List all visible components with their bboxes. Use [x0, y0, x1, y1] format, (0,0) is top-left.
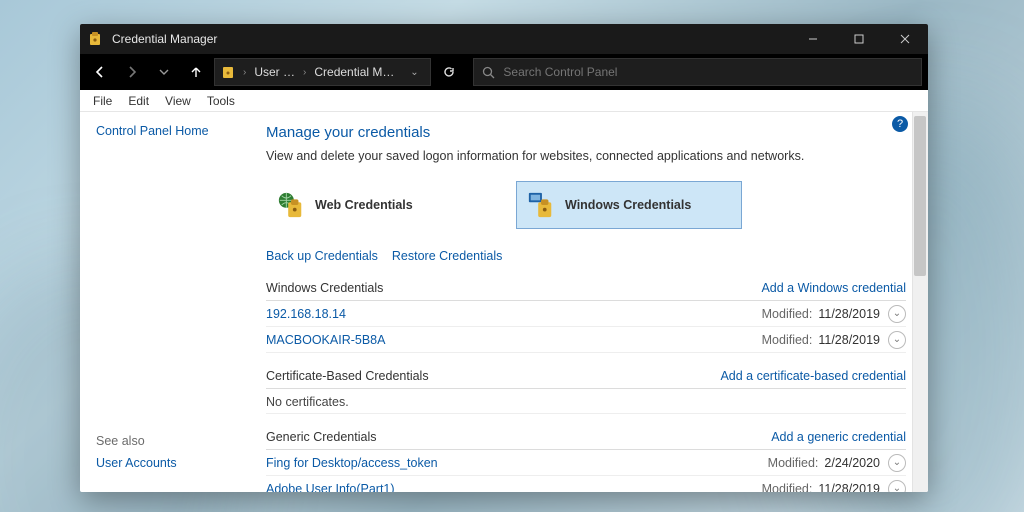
section-title: Windows Credentials: [266, 281, 383, 295]
modified-label: Modified:: [762, 333, 813, 347]
credential-tabs: Web Credentials Windows Credentials: [266, 181, 906, 229]
page-title: Manage your credentials: [266, 124, 906, 141]
credential-name: Fing for Desktop/access_token: [266, 456, 768, 470]
section-generic-credentials: Generic Credentials Add a generic creden…: [266, 426, 906, 492]
control-panel-home-link[interactable]: Control Panel Home: [96, 124, 250, 138]
navbar: › User … › Credential M… ⌄: [80, 54, 928, 90]
modified-label: Modified:: [762, 307, 813, 321]
see-also-label: See also: [96, 434, 250, 448]
maximize-button[interactable]: [836, 24, 882, 54]
breadcrumb-seg-2[interactable]: Credential M…: [310, 65, 398, 79]
backup-restore-actions: Back up Credentials Restore Credentials: [266, 249, 906, 263]
scrollbar[interactable]: [912, 112, 928, 492]
restore-credentials-link[interactable]: Restore Credentials: [392, 249, 502, 263]
page-description: View and delete your saved logon informa…: [266, 149, 906, 163]
menu-file[interactable]: File: [86, 92, 119, 110]
close-button[interactable]: [882, 24, 928, 54]
window-title: Credential Manager: [112, 32, 790, 46]
titlebar: Credential Manager: [80, 24, 928, 54]
modified-date: 2/24/2020: [824, 456, 880, 470]
app-icon: [88, 31, 104, 47]
chevron-right-icon: ›: [301, 67, 308, 78]
expand-button[interactable]: ⌄: [888, 331, 906, 349]
search-icon: [482, 66, 495, 79]
backup-credentials-link[interactable]: Back up Credentials: [266, 249, 378, 263]
section-title: Generic Credentials: [266, 430, 376, 444]
credential-row[interactable]: Fing for Desktop/access_token Modified: …: [266, 450, 906, 476]
search-input[interactable]: [503, 65, 913, 79]
credential-name: MACBOOKAIR-5B8A: [266, 333, 762, 347]
forward-button[interactable]: [118, 58, 146, 86]
menu-view[interactable]: View: [158, 92, 198, 110]
modified-date: 11/28/2019: [818, 333, 880, 347]
scrollbar-thumb[interactable]: [914, 116, 926, 276]
recent-dropdown[interactable]: [150, 58, 178, 86]
breadcrumb[interactable]: › User … › Credential M… ⌄: [214, 58, 431, 86]
modified-label: Modified:: [768, 456, 819, 470]
chevron-right-icon: ›: [241, 67, 248, 78]
search-box[interactable]: [473, 58, 922, 86]
expand-button[interactable]: ⌄: [888, 480, 906, 493]
tab-windows-credentials[interactable]: Windows Credentials: [516, 181, 742, 229]
window: Credential Manager › User … › Credential…: [80, 24, 928, 492]
menubar: File Edit View Tools: [80, 90, 928, 112]
windows-credentials-icon: [527, 191, 555, 219]
credential-row[interactable]: 192.168.18.14 Modified: 11/28/2019 ⌄: [266, 301, 906, 327]
section-windows-credentials: Windows Credentials Add a Windows creden…: [266, 277, 906, 353]
add-windows-credential-link[interactable]: Add a Windows credential: [761, 281, 906, 295]
breadcrumb-seg-1[interactable]: User …: [250, 65, 299, 79]
credential-row[interactable]: Adobe User Info(Part1) Modified: 11/28/2…: [266, 476, 906, 492]
breadcrumb-dropdown[interactable]: ⌄: [404, 67, 424, 78]
breadcrumb-icon: [221, 64, 237, 80]
modified-date: 11/28/2019: [818, 307, 880, 321]
tab-windows-label: Windows Credentials: [565, 198, 691, 212]
body: Control Panel Home See also User Account…: [80, 112, 928, 492]
credential-name: Adobe User Info(Part1): [266, 482, 762, 493]
tab-web-label: Web Credentials: [315, 198, 413, 212]
minimize-button[interactable]: [790, 24, 836, 54]
user-accounts-link[interactable]: User Accounts: [96, 456, 250, 470]
refresh-button[interactable]: [435, 58, 463, 86]
credential-row[interactable]: MACBOOKAIR-5B8A Modified: 11/28/2019 ⌄: [266, 327, 906, 353]
add-generic-credential-link[interactable]: Add a generic credential: [771, 430, 906, 444]
add-certificate-credential-link[interactable]: Add a certificate-based credential: [720, 369, 906, 383]
main-content: ? Manage your credentials View and delet…: [266, 112, 928, 492]
credential-name: 192.168.18.14: [266, 307, 762, 321]
menu-tools[interactable]: Tools: [200, 92, 242, 110]
help-icon[interactable]: ?: [892, 116, 908, 132]
expand-button[interactable]: ⌄: [888, 305, 906, 323]
up-button[interactable]: [182, 58, 210, 86]
modified-date: 11/28/2019: [818, 482, 880, 493]
modified-label: Modified:: [762, 482, 813, 493]
expand-button[interactable]: ⌄: [888, 454, 906, 472]
menu-edit[interactable]: Edit: [121, 92, 156, 110]
no-certificates-label: No certificates.: [266, 389, 906, 414]
section-certificate-credentials: Certificate-Based Credentials Add a cert…: [266, 365, 906, 414]
sidebar: Control Panel Home See also User Account…: [80, 112, 266, 492]
web-credentials-icon: [277, 191, 305, 219]
tab-web-credentials[interactable]: Web Credentials: [266, 181, 492, 229]
section-title: Certificate-Based Credentials: [266, 369, 429, 383]
back-button[interactable]: [86, 58, 114, 86]
